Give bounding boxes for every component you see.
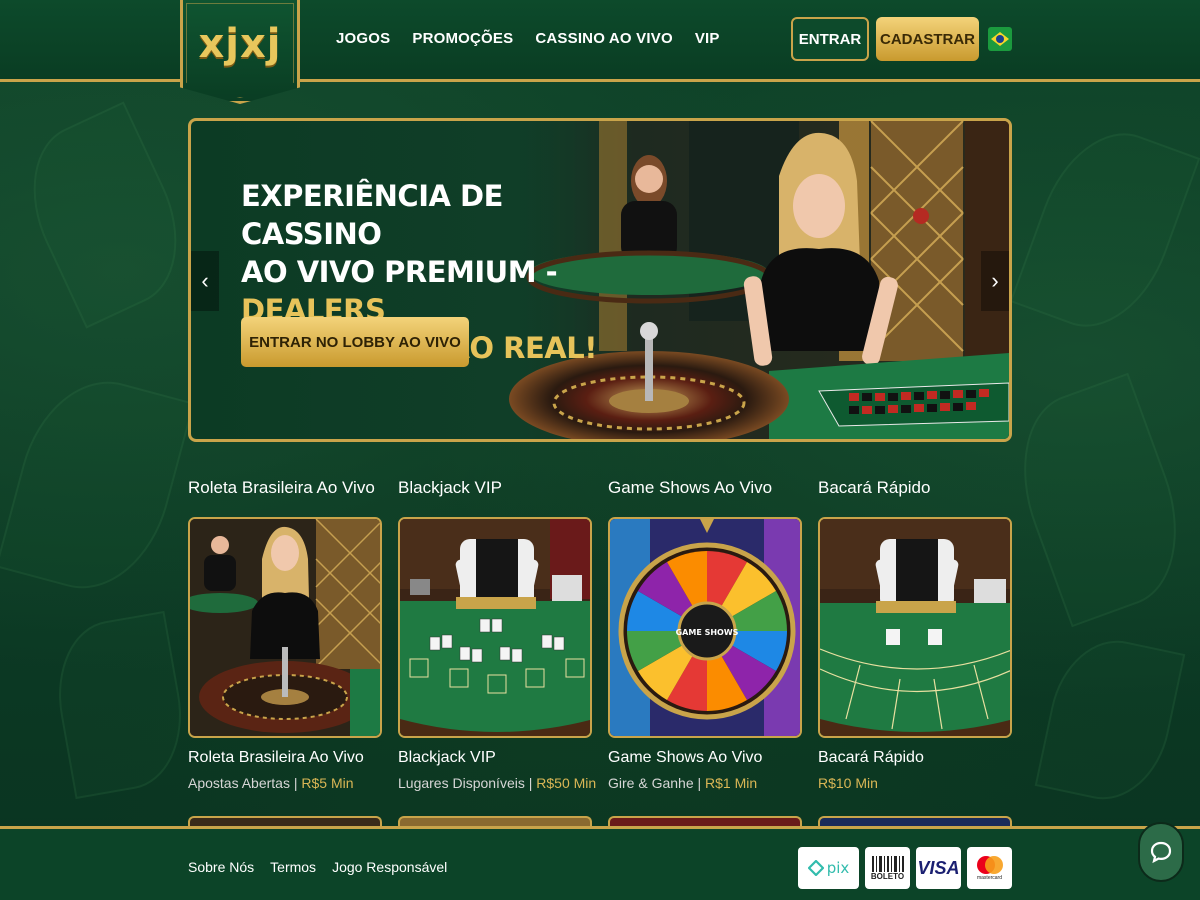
roulette-thumbnail-image — [190, 519, 380, 736]
chevron-right-icon[interactable]: › — [981, 251, 1009, 311]
chat-bubble-icon[interactable] — [1138, 822, 1184, 882]
blackjack-thumbnail-image — [400, 519, 590, 736]
enter-live-lobby-button[interactable]: ENTRAR NO LOBBY AO VIVO — [241, 317, 469, 367]
section-title-game-shows: Game Shows Ao Vivo — [608, 478, 773, 497]
game-name-blackjack[interactable]: Blackjack VIP — [398, 749, 496, 767]
boleto-label: BOLETO — [870, 871, 905, 881]
pix-label: pix — [826, 859, 850, 877]
visa-payment-logo: VISA — [916, 847, 961, 889]
pix-payment-logo: pix — [798, 847, 859, 889]
site-logo[interactable]: xjxj — [180, 0, 300, 104]
game-name-game-shows[interactable]: Game Shows Ao Vivo — [608, 749, 762, 767]
nav-cassino-ao-vivo[interactable]: CASSINO AO VIVO — [535, 30, 672, 47]
hero-title-line1: EXPERIÊNCIA DE CASSINO — [241, 179, 503, 251]
nav-promocoes[interactable]: PROMOÇÕES — [412, 30, 513, 47]
game-status-game-shows: Gire & Ganhe | — [608, 775, 706, 791]
login-button[interactable]: ENTRAR — [791, 17, 869, 61]
mastercard-icon — [976, 856, 1003, 874]
visa-label: VISA — [917, 857, 960, 878]
game-card-blackjack[interactable] — [398, 517, 592, 738]
footer-link-jogo-responsavel[interactable]: Jogo Responsável — [332, 859, 447, 875]
barcode-icon — [871, 855, 904, 872]
boleto-payment-logo: BOLETO — [865, 847, 910, 889]
section-title-blackjack: Blackjack VIP — [398, 478, 502, 497]
game-name-bacara[interactable]: Bacará Rápido — [818, 749, 924, 767]
hero-title-line2: AO VIVO PREMIUM - — [241, 255, 558, 289]
game-card-bacara[interactable] — [818, 517, 1012, 738]
nav-jogos[interactable]: JOGOS — [336, 30, 390, 47]
game-card-roleta[interactable] — [188, 517, 382, 738]
game-min-bet-roleta: R$5 Min — [301, 775, 354, 791]
main-nav: JOGOS PROMOÇÕES CASSINO AO VIVO VIP — [336, 30, 720, 47]
chevron-left-icon[interactable]: ‹ — [191, 251, 219, 311]
wheel-label: GAME SHOWS — [676, 628, 739, 637]
game-status-blackjack: Lugares Disponíveis | — [398, 775, 537, 791]
game-min-bet-bacara: R$10 Min — [818, 775, 878, 791]
game-min-bet-blackjack: R$50 Min — [536, 775, 597, 791]
section-title-roleta: Roleta Brasileira Ao Vivo — [188, 478, 375, 497]
brazil-flag-icon[interactable] — [988, 27, 1012, 51]
pix-icon — [807, 860, 824, 876]
game-min-bet-game-shows: R$1 Min — [705, 775, 758, 791]
section-title-bacara: Bacará Rápido — [818, 478, 931, 497]
game-info-blackjack: Lugares Disponíveis | R$50 Min — [398, 775, 596, 791]
footer-link-sobre[interactable]: Sobre Nós — [188, 859, 254, 875]
game-show-wheel-image: GAME SHOWS — [610, 519, 800, 736]
game-name-roleta[interactable]: Roleta Brasileira Ao Vivo — [188, 749, 364, 767]
game-info-game-shows: Gire & Ganhe | R$1 Min — [608, 775, 757, 791]
baccarat-thumbnail-image — [820, 519, 1010, 736]
site-footer: Sobre Nós Termos Jogo Responsável pix BO… — [0, 826, 1200, 900]
signup-button[interactable]: CADASTRAR — [876, 17, 979, 61]
game-info-roleta: Apostas Abertas | R$5 Min — [188, 775, 354, 791]
game-card-game-shows[interactable]: GAME SHOWS — [608, 517, 802, 738]
game-info-bacara: R$10 Min — [818, 775, 878, 791]
footer-links: Sobre Nós Termos Jogo Responsável — [188, 859, 447, 875]
nav-vip[interactable]: VIP — [695, 30, 720, 47]
game-status-roleta: Apostas Abertas | — [188, 775, 302, 791]
mastercard-payment-logo: mastercard — [967, 847, 1012, 889]
footer-link-termos[interactable]: Termos — [270, 859, 316, 875]
mastercard-label: mastercard — [976, 875, 1002, 881]
hero-banner: EXPERIÊNCIA DE CASSINO AO VIVO PREMIUM -… — [188, 118, 1012, 442]
